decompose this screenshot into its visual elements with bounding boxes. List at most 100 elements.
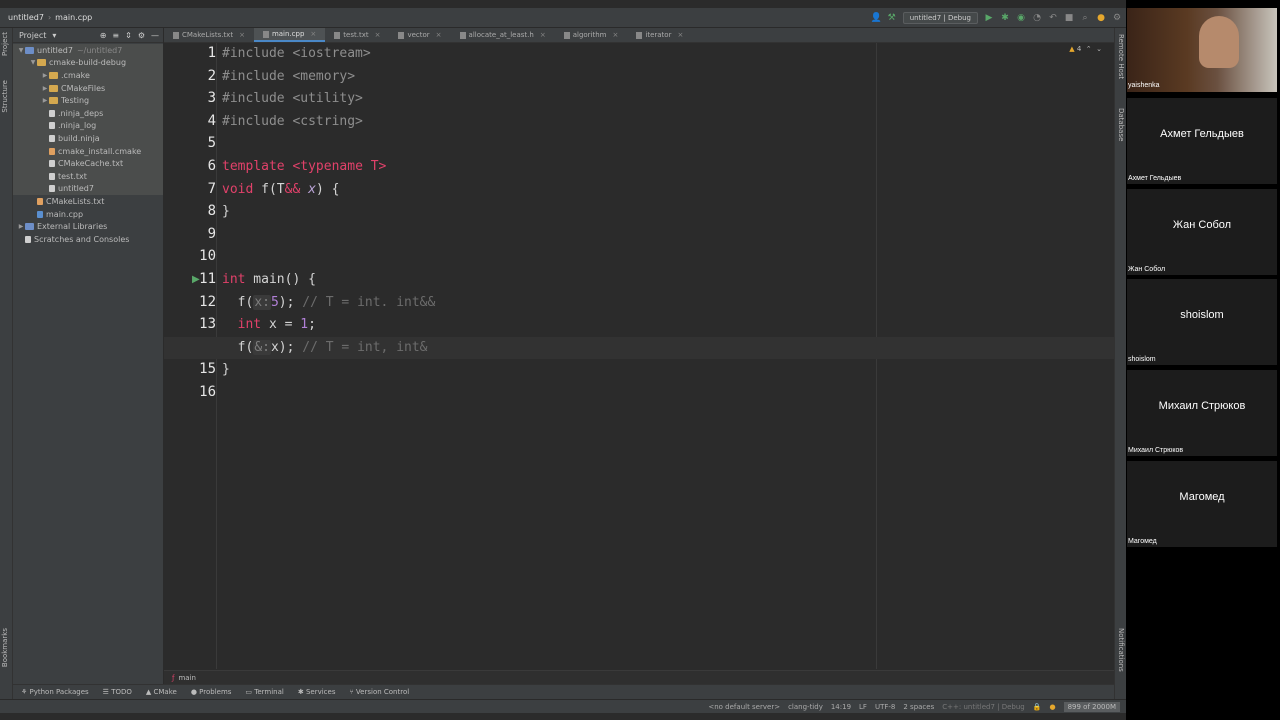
editor-tab[interactable]: iterator × — [627, 28, 692, 42]
tree-item[interactable]: untitled7 — [13, 182, 163, 196]
hide-icon[interactable]: — — [151, 31, 159, 40]
tree-item[interactable]: CMakeLists.txt — [13, 195, 163, 208]
profile-icon[interactable]: ◔ — [1032, 13, 1042, 23]
line-number[interactable]: 12 — [176, 294, 216, 310]
tree-item[interactable]: Scratches and Consoles — [13, 233, 163, 246]
tree-item[interactable]: ▶ CMakeFiles — [13, 81, 163, 95]
back-icon[interactable]: ↶ — [1048, 13, 1058, 23]
breadcrumb-function[interactable]: main — [178, 674, 196, 682]
close-icon[interactable]: × — [677, 31, 683, 39]
participant-tile[interactable]: Ахмет Гельдыев Ахмет Гельдыев — [1127, 98, 1277, 184]
settings-icon[interactable]: ⚙ — [1112, 13, 1122, 23]
chevron-down-icon[interactable]: ▼ — [29, 59, 37, 66]
editor-tab[interactable]: algorithm × — [555, 28, 628, 42]
collapse-icon[interactable]: ≡ — [112, 31, 119, 40]
expand-icon[interactable]: ⇕ — [125, 31, 132, 40]
line-number[interactable]: 4 — [176, 113, 216, 129]
line-number[interactable]: 13 — [176, 316, 216, 332]
editor-tab[interactable]: test.txt × — [325, 28, 389, 42]
database-tab[interactable]: Database — [1117, 108, 1125, 141]
participant-tile[interactable]: Михаил Стрюков Михаил Стрюков — [1127, 370, 1277, 457]
tree-item[interactable]: ▶ .cmake — [13, 69, 163, 82]
line-number[interactable]: 7 — [176, 181, 216, 197]
line-number[interactable]: 2 — [176, 68, 216, 84]
run-icon[interactable]: ▶ — [984, 13, 994, 23]
caret-position[interactable]: 14:19 — [831, 703, 851, 711]
close-icon[interactable]: × — [436, 31, 442, 39]
tree-item[interactable]: main.cpp — [13, 208, 163, 221]
chevron-right-icon[interactable]: ▶ — [41, 97, 49, 104]
bottom-tab[interactable]: ▲ CMake — [146, 688, 177, 696]
lock-icon[interactable]: 🔒 — [1033, 703, 1042, 711]
project-tool-tab[interactable]: Project — [1, 32, 9, 56]
bottom-tab[interactable]: ⚘ Python Packages — [21, 688, 89, 696]
line-number[interactable]: 1 — [176, 45, 216, 61]
clang-tidy-status[interactable]: clang-tidy — [788, 703, 823, 711]
user-icon[interactable]: 👤 — [871, 13, 882, 23]
bottom-tab[interactable]: ⑂ Version Control — [349, 688, 409, 696]
editor-tab[interactable]: allocate_at_least.h × — [451, 28, 555, 42]
server-status[interactable]: <no default server> — [708, 703, 780, 711]
chevron-down-icon[interactable]: ▾ — [52, 31, 56, 40]
line-ending[interactable]: LF — [859, 703, 867, 711]
close-icon[interactable]: × — [613, 31, 619, 39]
indent-setting[interactable]: 2 spaces — [903, 703, 934, 711]
close-icon[interactable]: × — [540, 31, 546, 39]
participant-video[interactable]: yaishenka — [1127, 8, 1277, 92]
search-icon[interactable]: ⌕ — [1080, 13, 1090, 23]
bookmarks-tool-tab[interactable]: Bookmarks — [1, 628, 9, 667]
tree-item[interactable]: ▶ Testing — [13, 94, 163, 107]
gear-icon[interactable]: ⚙ — [138, 31, 145, 40]
close-icon[interactable]: × — [375, 31, 381, 39]
participant-tile[interactable]: shoislom shoislom — [1127, 279, 1277, 366]
locate-icon[interactable]: ⊕ — [100, 31, 107, 40]
tree-item[interactable]: test.txt — [13, 169, 163, 183]
bottom-tab[interactable]: ● Problems — [191, 688, 232, 696]
update-icon[interactable]: ● — [1096, 13, 1106, 23]
participant-tile[interactable]: Жан Собол Жан Собол — [1127, 188, 1277, 275]
tree-item[interactable]: .ninja_log — [13, 119, 163, 133]
close-icon[interactable]: × — [310, 30, 316, 38]
tree-item[interactable]: ▼ cmake-build-debug — [13, 56, 163, 70]
line-number[interactable]: 5 — [176, 135, 216, 151]
line-number[interactable]: 16 — [176, 384, 216, 400]
line-number[interactable]: 8 — [176, 203, 216, 219]
remote-host-tab[interactable]: Remote Host — [1117, 34, 1125, 79]
coverage-icon[interactable]: ◉ — [1016, 13, 1026, 23]
debug-icon[interactable]: ✱ — [1000, 13, 1010, 23]
close-icon[interactable]: × — [239, 31, 245, 39]
resolve-context[interactable]: C++: untitled7 | Debug — [942, 703, 1025, 711]
bottom-tab[interactable]: ✱ Services — [298, 688, 336, 696]
file-encoding[interactable]: UTF-8 — [875, 703, 895, 711]
line-number[interactable]: 15 — [176, 361, 216, 377]
notifications-tab[interactable]: Notifications — [1117, 628, 1125, 672]
chevron-down-icon[interactable]: ▼ — [17, 47, 25, 54]
code-editor[interactable]: ▲ 4 ⌃ ⌄ 12345678910111213141516▶ #includ… — [164, 43, 1114, 669]
line-number[interactable]: 6 — [176, 158, 216, 174]
editor-tab[interactable]: CMakeLists.txt × — [164, 28, 254, 42]
structure-tool-tab[interactable]: Structure — [1, 80, 9, 113]
tree-item[interactable]: ▶ External Libraries — [13, 220, 163, 233]
tree-item[interactable]: CMakeCache.txt — [13, 157, 163, 170]
line-number[interactable]: 10 — [176, 248, 216, 264]
code-area[interactable]: #include <iostream> #include <memory> #i… — [164, 43, 1114, 669]
build-hammer-icon[interactable]: ⚒ — [887, 13, 897, 23]
chevron-right-icon[interactable]: ▶ — [41, 72, 49, 79]
tree-item[interactable]: build.ninja — [13, 132, 163, 145]
line-number[interactable]: 9 — [176, 226, 216, 242]
memory-indicator[interactable]: 899 of 2000M — [1063, 701, 1120, 712]
tree-item[interactable]: cmake_install.cmake — [13, 144, 163, 158]
editor-tab[interactable]: vector × — [389, 28, 450, 42]
file-crumb[interactable]: main.cpp — [55, 13, 92, 22]
bottom-tab[interactable]: ☰ TODO — [103, 688, 132, 696]
project-crumb[interactable]: untitled7 — [0, 13, 44, 22]
run-config-select[interactable]: untitled7 | Debug — [902, 11, 978, 24]
tree-item[interactable]: ▼ untitled7 ~/untitled7 — [13, 44, 163, 57]
chevron-right-icon[interactable]: ▶ — [17, 223, 25, 230]
chevron-right-icon[interactable]: ▶ — [41, 85, 49, 92]
bottom-tab[interactable]: ▭ Terminal — [245, 688, 283, 696]
line-number[interactable]: 3 — [176, 90, 216, 106]
tree-item[interactable]: .ninja_deps — [13, 106, 163, 120]
run-gutter-icon[interactable]: ▶ — [192, 274, 200, 285]
editor-tab[interactable]: main.cpp × — [253, 28, 326, 42]
